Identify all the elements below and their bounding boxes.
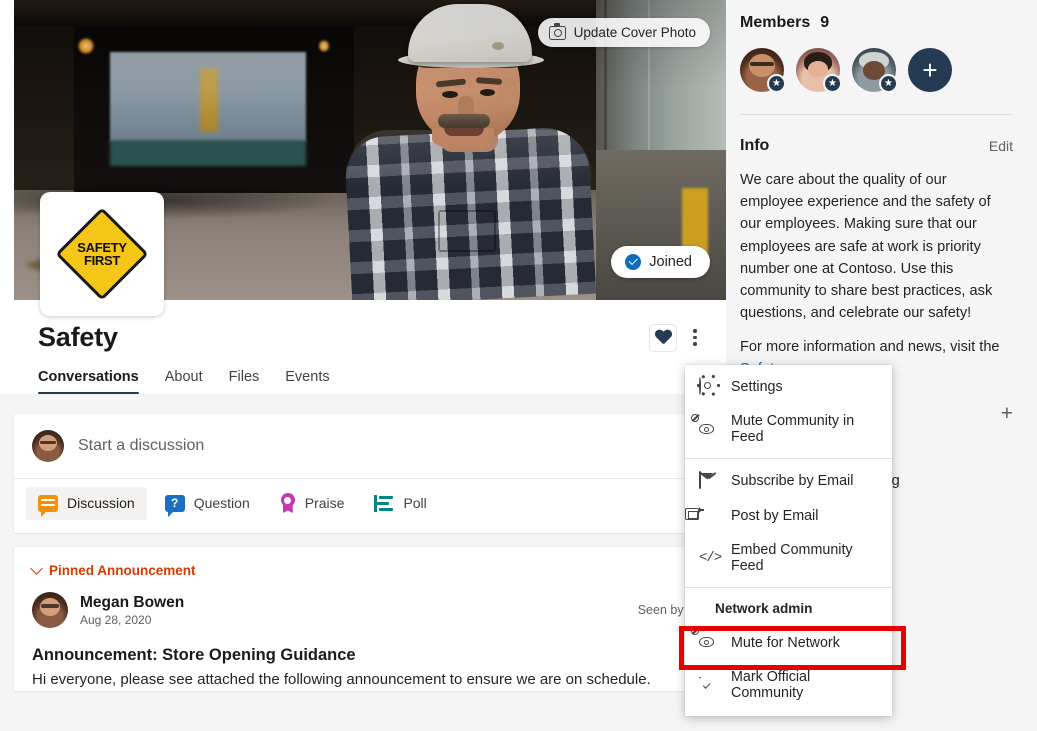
gear-icon	[699, 378, 718, 395]
avatar	[32, 430, 64, 462]
members-count: 9	[820, 14, 829, 32]
community-avatar[interactable]: SAFETY FIRST	[40, 192, 164, 316]
chevron-down-icon	[30, 562, 43, 575]
tab-events[interactable]: Events	[285, 369, 329, 394]
members-section-header: Members 9	[740, 14, 1013, 32]
more-vertical-icon	[693, 329, 696, 345]
info-title: Info	[740, 137, 769, 155]
info-edit-link[interactable]: Edit	[989, 138, 1013, 154]
composer-type-poll-label: Poll	[403, 495, 426, 511]
tab-about[interactable]: About	[165, 369, 203, 394]
menu-item-mark-official-community[interactable]: Mark Official Community	[685, 660, 892, 710]
post-body: Hi everyone, please see attached the fol…	[32, 669, 694, 691]
check-circle-icon	[625, 254, 641, 270]
menu-item-label: Settings	[731, 379, 783, 395]
menu-item-embed-community-feed[interactable]: </> Embed Community Feed	[685, 533, 892, 583]
menu-separator	[685, 458, 892, 459]
question-icon: ?	[165, 495, 185, 512]
tab-files[interactable]: Files	[229, 369, 260, 394]
member-avatar-2[interactable]: ★	[796, 48, 840, 92]
more-options-button[interactable]	[682, 325, 708, 351]
envelope-icon	[699, 472, 718, 489]
post-title: Announcement: Store Opening Guidance	[32, 646, 694, 665]
poll-icon	[374, 495, 394, 512]
pinned-announcement-label: Pinned Announcement	[49, 563, 196, 578]
menu-item-label: Mute for Network	[731, 635, 840, 651]
heart-icon	[655, 330, 672, 346]
composer-type-discussion-label: Discussion	[67, 495, 135, 511]
joined-label: Joined	[649, 254, 692, 270]
discussion-icon	[38, 495, 58, 512]
menu-separator	[685, 587, 892, 588]
members-title: Members	[740, 14, 810, 32]
sign-line-1: SAFETY	[77, 241, 126, 254]
admin-star-badge-icon: ★	[767, 74, 786, 93]
info-section-header: Info Edit	[740, 137, 1013, 155]
pinned-announcement-toggle[interactable]: Pinned Announcement	[32, 563, 694, 578]
mute-icon	[699, 421, 718, 438]
composer-type-discussion[interactable]: Discussion	[26, 487, 147, 520]
menu-item-settings[interactable]: Settings	[685, 369, 892, 404]
menu-item-mute-for-network[interactable]: Mute for Network	[685, 625, 892, 660]
menu-item-label: Post by Email	[731, 508, 818, 524]
info-paragraph-1: We care about the quality of our employe…	[740, 169, 1013, 324]
admin-star-badge-icon: ★	[879, 74, 898, 93]
community-profile-card: Update Cover Photo Joined SAFETY FIRST	[0, 0, 726, 394]
joined-button[interactable]: Joined	[611, 246, 710, 278]
add-member-button[interactable]: +	[908, 48, 952, 92]
composer-type-praise-label: Praise	[305, 495, 345, 511]
start-discussion-input[interactable]: Start a discussion	[78, 437, 204, 455]
composer-type-praise[interactable]: Praise	[268, 485, 357, 521]
add-resource-button[interactable]: +	[1001, 403, 1013, 424]
info-paragraph-2-prefix: For more information and news, visit the	[740, 339, 1000, 355]
menu-item-mute-community-in-feed[interactable]: Mute Community in Feed	[685, 404, 892, 454]
menu-section-network-admin: Network admin	[685, 592, 892, 625]
member-avatar-1[interactable]: ★	[740, 48, 784, 92]
community-actions	[650, 325, 708, 351]
main-content-column: Update Cover Photo Joined SAFETY FIRST	[0, 0, 726, 731]
yammer-community-page: Update Cover Photo Joined SAFETY FIRST	[0, 0, 1037, 731]
sign-line-2: FIRST	[84, 254, 120, 267]
menu-item-subscribe-by-email[interactable]: Subscribe by Email	[685, 463, 892, 498]
community-tabs: Conversations About Files Events	[0, 353, 726, 394]
community-options-menu: Settings Mute Community in Feed Subscrib…	[685, 365, 892, 716]
menu-item-label: Subscribe by Email	[731, 473, 853, 489]
avatar	[32, 592, 68, 628]
safety-first-sign-icon: SAFETY FIRST	[56, 208, 148, 300]
code-icon: </>	[699, 550, 718, 567]
mute-icon	[699, 634, 718, 651]
post-author: Megan Bowen	[80, 594, 184, 612]
composer-type-question-label: Question	[194, 495, 250, 511]
post-date: Aug 28, 2020	[80, 613, 184, 627]
menu-item-label: Embed Community Feed	[731, 542, 878, 574]
menu-item-label: Mark Official Community	[731, 669, 878, 701]
composer-type-poll[interactable]: Poll	[362, 487, 438, 520]
page-title: Safety	[38, 322, 118, 353]
sidebar-divider	[740, 114, 1013, 115]
composer-type-bar: Discussion ? Question Praise Poll	[14, 478, 712, 533]
post-by-email-icon	[699, 507, 718, 524]
composer-type-question[interactable]: ? Question	[153, 487, 262, 520]
member-avatar-3[interactable]: ★	[852, 48, 896, 92]
post-composer: Start a discussion Discussion ? Question…	[14, 414, 712, 533]
admin-star-badge-icon: ★	[823, 74, 842, 93]
seal-check-icon	[699, 677, 718, 694]
update-cover-photo-label: Update Cover Photo	[574, 25, 696, 40]
update-cover-photo-button[interactable]: Update Cover Photo	[538, 18, 710, 47]
praise-icon	[280, 493, 296, 513]
menu-item-post-by-email[interactable]: Post by Email	[685, 498, 892, 533]
camera-icon	[549, 26, 566, 40]
favorite-button[interactable]	[650, 325, 676, 351]
composer-input-row[interactable]: Start a discussion	[14, 414, 712, 478]
pinned-post: Pinned Announcement Megan Bowen Aug 28, …	[14, 547, 712, 691]
tab-conversations[interactable]: Conversations	[38, 369, 139, 394]
plus-icon: +	[922, 60, 937, 81]
menu-item-label: Mute Community in Feed	[731, 413, 878, 445]
post-header: Megan Bowen Aug 28, 2020 Seen by 5	[32, 592, 694, 628]
members-avatar-list: ★ ★ ★ +	[740, 48, 1013, 92]
